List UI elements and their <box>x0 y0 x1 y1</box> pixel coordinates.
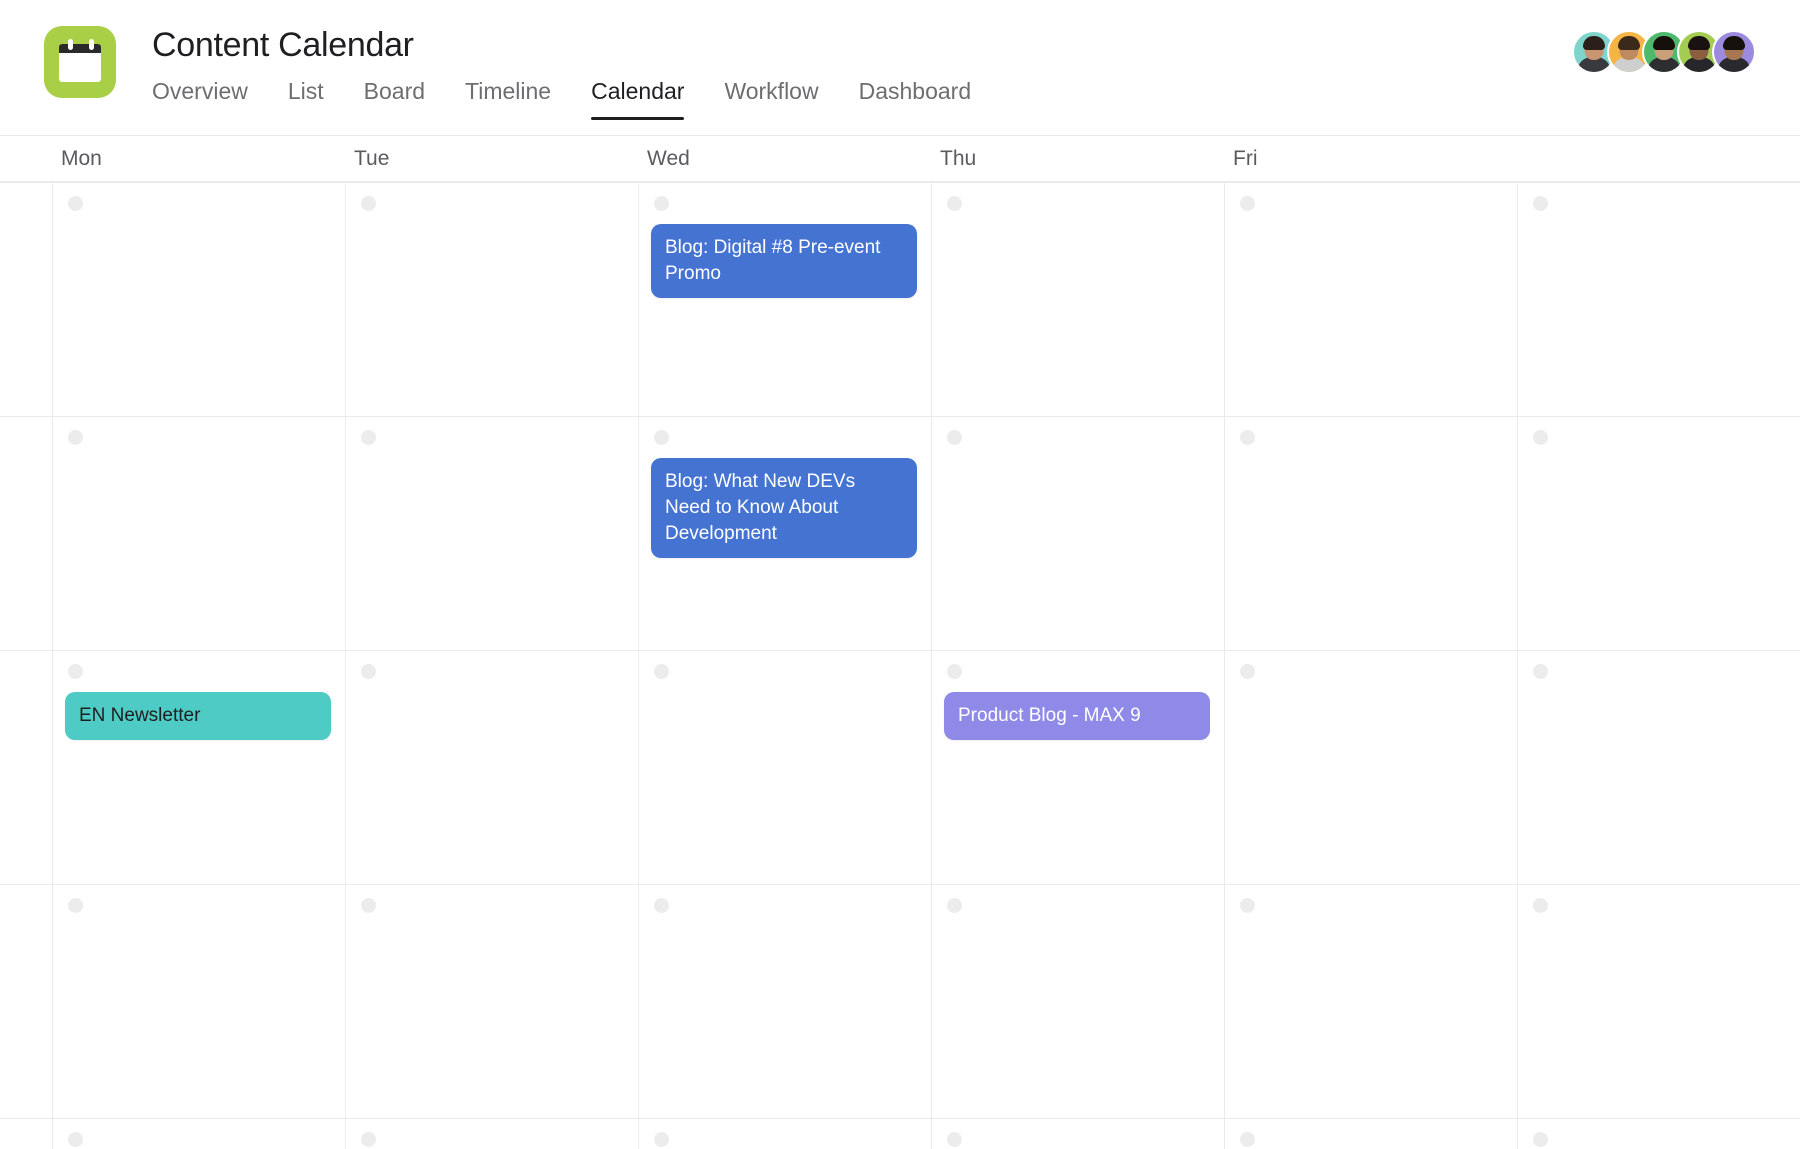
avatar-hair <box>1618 36 1640 50</box>
calendar-day-cell[interactable] <box>1517 416 1800 650</box>
add-task-dot[interactable] <box>654 196 669 211</box>
calendar-day-cell[interactable] <box>52 650 345 884</box>
add-task-dot[interactable] <box>1240 664 1255 679</box>
page-title: Content Calendar <box>152 26 414 64</box>
app-header: Content Calendar Overview List Board Timeli… <box>0 0 1800 136</box>
calendar-day-cell[interactable] <box>931 416 1224 650</box>
calendar-day-cell[interactable] <box>52 884 345 1118</box>
calendar-day-cell[interactable] <box>0 182 52 416</box>
tab-calendar[interactable]: Calendar <box>591 76 685 120</box>
calendar-grid[interactable]: Blog: Digital #8 Pre-event Promo Blog: Wh… <box>0 182 1800 1149</box>
day-label-fri: Fri <box>1233 147 1258 170</box>
calendar-day-cell[interactable] <box>931 1118 1224 1149</box>
tab-dashboard[interactable]: Dashboard <box>859 76 972 120</box>
add-task-dot[interactable] <box>1533 196 1548 211</box>
add-task-dot[interactable] <box>654 1132 669 1147</box>
calendar-day-cell[interactable] <box>0 1118 52 1149</box>
avatar-hair <box>1688 36 1710 50</box>
tab-list[interactable]: List <box>288 76 324 120</box>
calendar-day-cell[interactable] <box>1224 1118 1517 1149</box>
add-task-dot[interactable] <box>1533 430 1548 445</box>
calendar-day-cell[interactable] <box>1224 182 1517 416</box>
avatar-hair <box>1723 36 1745 50</box>
calendar-day-cell[interactable] <box>931 182 1224 416</box>
add-task-dot[interactable] <box>947 430 962 445</box>
add-task-dot[interactable] <box>1240 430 1255 445</box>
calendar-day-cell[interactable] <box>638 650 931 884</box>
calendar-day-cell[interactable] <box>931 650 1224 884</box>
member-avatar-group[interactable] <box>1572 30 1756 74</box>
add-task-dot[interactable] <box>947 196 962 211</box>
calendar-day-cell[interactable] <box>52 182 345 416</box>
day-label-mon: Mon <box>61 147 102 170</box>
add-task-dot[interactable] <box>654 430 669 445</box>
calendar-day-cell[interactable] <box>638 182 931 416</box>
calendar-event[interactable]: Blog: Digital #8 Pre-event Promo <box>651 224 917 298</box>
add-task-dot[interactable] <box>68 196 83 211</box>
calendar-day-cell[interactable] <box>0 416 52 650</box>
add-task-dot[interactable] <box>361 430 376 445</box>
avatar-hair <box>1653 36 1675 50</box>
add-task-dot[interactable] <box>361 1132 376 1147</box>
calendar-event[interactable]: Blog: What New DEVs Need to Know About D… <box>651 458 917 558</box>
tab-workflow[interactable]: Workflow <box>724 76 818 120</box>
calendar-day-cell[interactable] <box>1224 650 1517 884</box>
calendar-day-cell[interactable] <box>1517 650 1800 884</box>
add-task-dot[interactable] <box>1533 898 1548 913</box>
add-task-dot[interactable] <box>68 664 83 679</box>
add-task-dot[interactable] <box>361 898 376 913</box>
calendar-day-cell[interactable] <box>52 1118 345 1149</box>
calendar-day-cell[interactable] <box>1224 884 1517 1118</box>
calendar-day-cell[interactable] <box>345 1118 638 1149</box>
calendar-event[interactable]: EN Newsletter <box>65 692 331 740</box>
calendar-day-cell[interactable] <box>0 650 52 884</box>
add-task-dot[interactable] <box>361 664 376 679</box>
calendar-day-cell[interactable] <box>1517 182 1800 416</box>
add-task-dot[interactable] <box>654 898 669 913</box>
add-task-dot[interactable] <box>947 898 962 913</box>
calendar-day-cell[interactable] <box>0 884 52 1118</box>
calendar-icon-ring-right <box>89 39 94 50</box>
calendar-day-cell[interactable] <box>1517 884 1800 1118</box>
tab-board[interactable]: Board <box>364 76 425 120</box>
calendar-day-cell[interactable] <box>1224 416 1517 650</box>
avatar-hair <box>1583 36 1605 50</box>
add-task-dot[interactable] <box>1240 1132 1255 1147</box>
tab-overview[interactable]: Overview <box>152 76 248 120</box>
add-task-dot[interactable] <box>68 430 83 445</box>
avatar[interactable] <box>1712 30 1756 74</box>
add-task-dot[interactable] <box>68 1132 83 1147</box>
calendar-icon-bar <box>59 44 101 53</box>
calendar-day-cell[interactable] <box>345 182 638 416</box>
calendar-day-cell[interactable] <box>1517 1118 1800 1149</box>
day-of-week-header: Mon Tue Wed Thu Fri <box>0 136 1800 182</box>
calendar-day-cell[interactable] <box>931 884 1224 1118</box>
tab-timeline[interactable]: Timeline <box>465 76 551 120</box>
calendar-icon <box>44 26 116 98</box>
add-task-dot[interactable] <box>361 196 376 211</box>
view-tabs: Overview List Board Timeline Calendar Workflo… <box>152 76 971 120</box>
calendar-event[interactable]: Product Blog - MAX 9 <box>944 692 1210 740</box>
calendar-day-cell[interactable] <box>345 416 638 650</box>
add-task-dot[interactable] <box>1240 196 1255 211</box>
calendar-day-cell[interactable] <box>638 884 931 1118</box>
calendar-day-cell[interactable] <box>52 416 345 650</box>
day-label-thu: Thu <box>940 147 977 170</box>
add-task-dot[interactable] <box>947 1132 962 1147</box>
calendar-day-cell[interactable] <box>345 884 638 1118</box>
add-task-dot[interactable] <box>68 898 83 913</box>
add-task-dot[interactable] <box>1533 1132 1548 1147</box>
calendar-day-cell[interactable] <box>345 650 638 884</box>
content-calendar-app: Content Calendar Overview List Board Timeli… <box>0 0 1800 1149</box>
add-task-dot[interactable] <box>1533 664 1548 679</box>
day-label-tue: Tue <box>354 147 390 170</box>
calendar-icon-ring-left <box>68 39 73 50</box>
add-task-dot[interactable] <box>947 664 962 679</box>
add-task-dot[interactable] <box>1240 898 1255 913</box>
calendar-day-cell[interactable] <box>638 1118 931 1149</box>
day-label-wed: Wed <box>647 147 690 170</box>
add-task-dot[interactable] <box>654 664 669 679</box>
